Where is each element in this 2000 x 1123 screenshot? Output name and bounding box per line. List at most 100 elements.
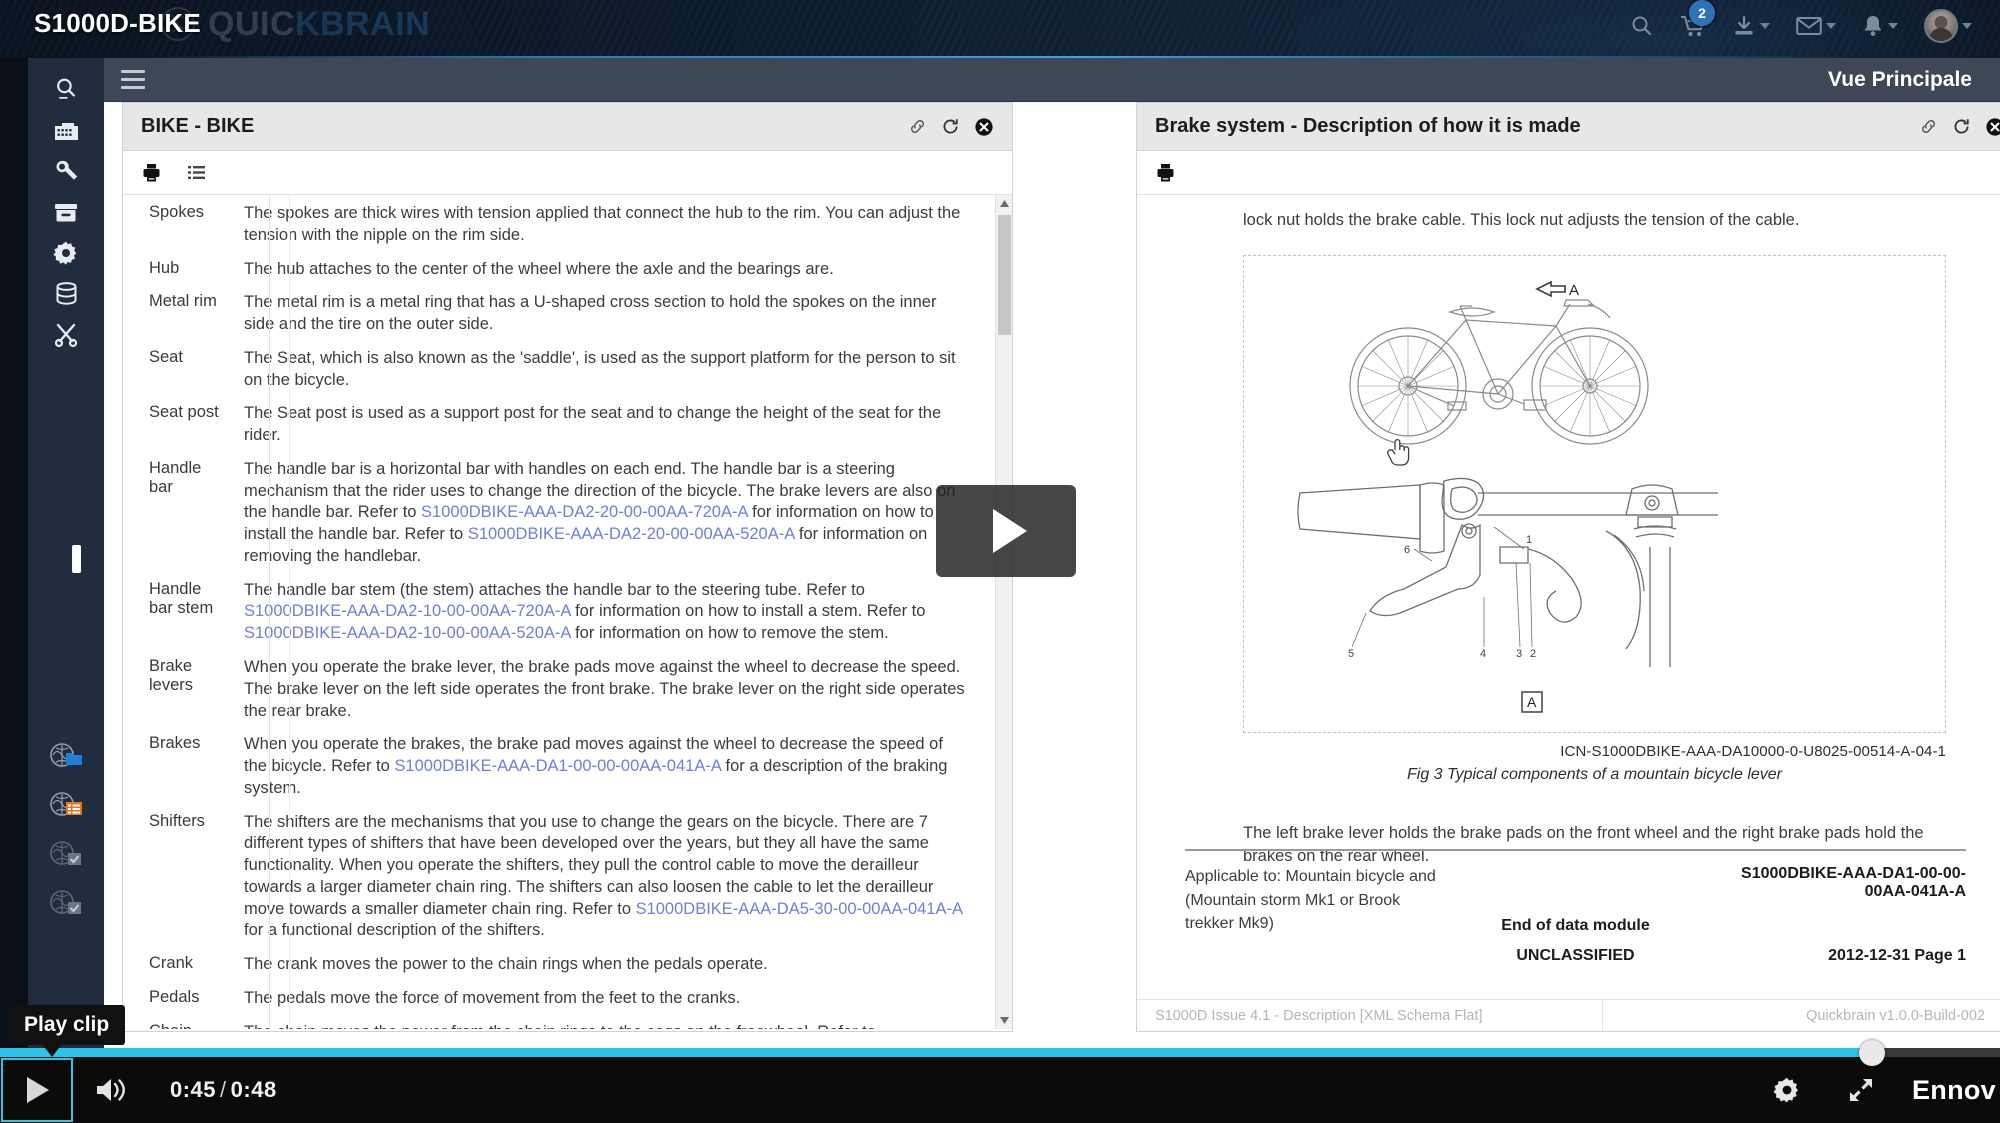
time-separator: /: [220, 1077, 227, 1102]
data-module-link[interactable]: S1000DBIKE-AAA-DA2-10-00-00AA-520A-A: [244, 624, 571, 642]
svg-text:3: 3: [1516, 648, 1522, 660]
component-term: Spokes: [149, 203, 205, 221]
figure-container: A 1 2 3 4 5 6 A: [1243, 255, 1946, 734]
component-description: The metal rim is a metal ring that has a…: [244, 292, 965, 348]
component-description: The handle bar is a horizontal bar with …: [244, 459, 965, 580]
sidebar-item-database[interactable]: [28, 273, 104, 314]
chevron-down-icon: [1000, 1017, 1009, 1024]
chevron-down-icon: [1760, 23, 1770, 29]
table-row: Brake levers When you operate the brake l…: [149, 657, 965, 734]
component-description: The Seat, which is also known as the 'sa…: [244, 348, 965, 404]
app-root: QUICKBRAIN S1000D-BIKE 2 Vue Principale …: [0, 0, 2000, 1123]
sidebar-item-brain-list[interactable]: [28, 780, 104, 829]
print-button[interactable]: [141, 162, 162, 183]
sidebar-bottom-group: [28, 731, 104, 927]
fullscreen-icon: [1849, 1079, 1872, 1101]
scroll-thumb[interactable]: [998, 215, 1011, 335]
brand-bar: QUICKBRAIN S1000D-BIKE 2: [0, 0, 2000, 58]
close-icon[interactable]: [1985, 117, 2000, 137]
refresh-icon[interactable]: [941, 117, 960, 136]
table-row: Crank The crank moves the power to the ch…: [149, 954, 965, 988]
menu-toggle-button[interactable]: [116, 67, 150, 93]
panel-brake-title: Brake system - Description of how it is …: [1155, 115, 1581, 137]
description-text: The hub attaches to the center of the wh…: [244, 259, 834, 278]
table-row: Shifters The shifters are the mechanisms …: [149, 812, 965, 955]
user-menu-button[interactable]: [1924, 9, 1972, 43]
data-module-link[interactable]: S1000DBIKE-AAA-DA2-10-00-00AA-720A-A: [244, 602, 571, 620]
sidebar-item-archive[interactable]: [28, 191, 104, 232]
video-play-overlay-button[interactable]: [936, 485, 1076, 577]
print-icon: [1157, 164, 1174, 182]
scroll-down-button[interactable]: [996, 1012, 1012, 1029]
sidebar-item-tools[interactable]: [28, 314, 104, 355]
svg-text:1: 1: [1526, 534, 1532, 546]
sidebar-top-group: [28, 58, 104, 355]
mute-button[interactable]: [74, 1057, 148, 1123]
notifications-menu-button[interactable]: [1862, 14, 1898, 38]
link-icon[interactable]: [1919, 117, 1938, 136]
scissors-icon: [54, 323, 78, 347]
component-description: When you operate the brakes, the brake p…: [244, 734, 965, 811]
table-row: Seat The Seat, which is also known as the…: [149, 348, 965, 404]
chevron-down-icon: [1826, 23, 1836, 29]
sidebar-resize-handle[interactable]: [72, 545, 81, 573]
footer-applicability-line2: (Mountain storm Mk1 or Brook trekker Mk9…: [1185, 891, 1401, 932]
mail-menu-button[interactable]: [1796, 16, 1836, 36]
fullscreen-button[interactable]: [1824, 1057, 1898, 1123]
sidebar-item-brain-check-2[interactable]: [28, 878, 104, 927]
description-text: for information on how to install a stem…: [570, 602, 926, 621]
component-term: Chain: [149, 1022, 244, 1029]
sidebar-item-maintenance[interactable]: [28, 150, 104, 191]
print-button[interactable]: [1155, 162, 1176, 183]
gear-icon: [1773, 1077, 1799, 1103]
sidebar-item-settings[interactable]: [28, 232, 104, 273]
sidebar-item-company[interactable]: [28, 109, 104, 150]
settings-button[interactable]: [1750, 1057, 1824, 1123]
component-description: The chain moves the power from the chain…: [244, 1022, 965, 1029]
archive-box-icon: [55, 203, 77, 221]
wrench-icon: [56, 160, 78, 180]
data-module-link[interactable]: S1000DBIKE-AAA-DA1-00-00-00AA-041A-A: [394, 757, 721, 775]
refresh-icon[interactable]: [1952, 117, 1971, 136]
list-view-button[interactable]: [186, 162, 207, 183]
data-module-link[interactable]: S1000DBIKE-AAA-DA2-20-00-00AA-520A-A: [468, 525, 795, 543]
scroll-up-button[interactable]: [996, 195, 1012, 212]
table-row: ChainThe chain moves the power from the …: [149, 1022, 965, 1029]
bike-scrollbar[interactable]: [995, 195, 1012, 1029]
video-progress-track[interactable]: [0, 1040, 2000, 1066]
component-description: The Seat post is used as a support post …: [244, 403, 965, 459]
sidebar-item-brain-folder[interactable]: [28, 731, 104, 780]
play-button[interactable]: [0, 1057, 74, 1123]
download-menu-button[interactable]: [1732, 14, 1770, 38]
footer-applicability: Applicable to: Mountain bicycle and (Mou…: [1185, 865, 1445, 935]
component-description: The pedals move the force of movement fr…: [244, 988, 965, 1022]
search-button[interactable]: [1630, 14, 1654, 38]
close-icon[interactable]: [974, 117, 994, 137]
link-icon[interactable]: [908, 117, 927, 136]
panel-bike-toolbar: [123, 151, 1012, 195]
logo-text: QUICKBRAIN: [208, 5, 431, 43]
brand-icon-group: 2: [1630, 0, 1972, 52]
data-module-link[interactable]: S1000DBIKE-AAA-DA2-20-00-00AA-720A-A: [421, 503, 748, 521]
status-version-label: Quickbrain v1.0.0-Build-002: [1806, 1007, 1985, 1024]
svg-text:A: A: [1569, 282, 1579, 299]
video-progress-fill: [0, 1048, 1872, 1057]
component-term: Crank: [149, 954, 194, 973]
brake-top-paragraph: lock nut holds the brake cable. This loc…: [1243, 211, 1800, 229]
description-text: When you operate the brake lever, the br…: [244, 658, 965, 720]
description-text: The crank moves the power to the chain r…: [244, 955, 768, 974]
sidebar-item-brain-check-1[interactable]: [28, 829, 104, 878]
video-player-bar: 0:45/0:48 Ennov Play clip: [0, 1005, 2000, 1123]
panel-brake-toolbar: [1137, 151, 2000, 195]
brain-folder-icon: [48, 740, 84, 772]
cart-button[interactable]: 2: [1680, 0, 1715, 38]
player-right-controls: Ennov: [1750, 1057, 2000, 1123]
chevron-down-icon: [1888, 23, 1898, 29]
sidebar-item-search[interactable]: [28, 68, 104, 109]
component-term: Metal rim: [149, 292, 217, 311]
document-status-bar: S1000D Issue 4.1 - Description [XML Sche…: [1137, 999, 2000, 1031]
component-description: The hub attaches to the center of the wh…: [244, 259, 965, 293]
panel-bike-header-actions: [908, 117, 994, 137]
play-icon: [27, 1077, 49, 1103]
data-module-link[interactable]: S1000DBIKE-AAA-DA5-30-00-00AA-041A-A: [636, 900, 963, 918]
